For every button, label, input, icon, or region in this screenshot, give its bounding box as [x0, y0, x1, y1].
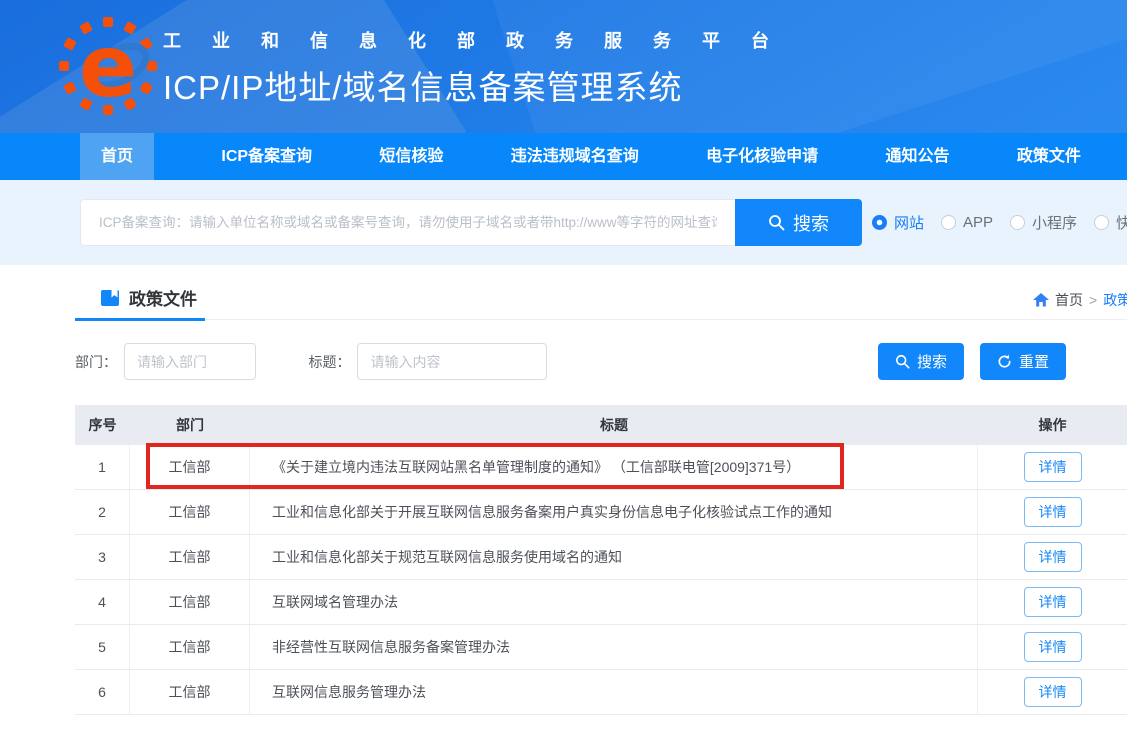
nav-item-illegal-domain-query[interactable]: 违法违规域名查询	[511, 133, 639, 180]
icp-search-input[interactable]	[80, 199, 735, 246]
table-row: 1 工信部 《关于建立境内违法互联网站黑名单管理制度的通知》 （工信部联电管[2…	[75, 445, 1127, 490]
radio-quickapp-label: 快应用	[1116, 212, 1127, 233]
row-no: 6	[75, 670, 130, 714]
radio-quickapp[interactable]: 快应用	[1094, 212, 1127, 233]
row-title: 工业和信息化部关于开展互联网信息服务备案用户真实身份信息电子化核验试点工作的通知	[250, 490, 978, 534]
row-action: 详情	[978, 625, 1127, 669]
table-row: 5 工信部 非经营性互联网信息服务备案管理办法 详情	[75, 625, 1127, 670]
row-action: 详情	[978, 580, 1127, 624]
section-header: 政策文件	[75, 282, 1127, 320]
row-no: 4	[75, 580, 130, 624]
detail-button[interactable]: 详情	[1024, 587, 1082, 617]
title-filter-label: 标题：	[308, 352, 350, 372]
filter-search-button[interactable]: 搜索	[878, 343, 964, 380]
home-icon	[1033, 293, 1049, 307]
title-filter-input[interactable]	[357, 343, 547, 380]
breadcrumb-current: 政策文件	[1103, 290, 1127, 310]
header-action: 操作	[978, 405, 1127, 445]
nav-item-e-verification-apply[interactable]: 电子化核验申请	[706, 133, 818, 180]
miit-gear-e-logo[interactable]: e	[58, 16, 158, 116]
row-action: 详情	[978, 535, 1127, 579]
radio-app[interactable]: APP	[941, 214, 993, 231]
breadcrumb: 首页 > 政策文件	[1033, 290, 1127, 310]
row-action: 详情	[978, 445, 1127, 489]
search-type-radios: 网站 APP 小程序 快应用	[872, 180, 1127, 265]
nav-item-policy-files[interactable]: 政策文件	[1017, 133, 1081, 180]
radio-quickapp-dot	[1094, 215, 1109, 230]
header-no: 序号	[75, 405, 130, 445]
row-title: 工业和信息化部关于规范互联网信息服务使用域名的通知	[250, 535, 978, 579]
radio-website-label: 网站	[894, 212, 924, 233]
detail-button[interactable]: 详情	[1024, 452, 1082, 482]
row-dept: 工信部	[130, 535, 250, 579]
radio-miniprogram-label: 小程序	[1032, 212, 1077, 233]
row-no: 3	[75, 535, 130, 579]
detail-button[interactable]: 详情	[1024, 632, 1082, 662]
header-dept: 部门	[130, 405, 250, 445]
svg-text:e: e	[79, 17, 137, 116]
row-action: 详情	[978, 670, 1127, 714]
icp-search-bar: 搜索 网站 APP 小程序 快应用	[0, 180, 1127, 265]
dept-filter-input[interactable]	[124, 343, 256, 380]
filter-reset-label: 重置	[1019, 351, 1049, 372]
icp-search-button[interactable]: 搜索	[735, 199, 862, 246]
radio-app-dot	[941, 215, 956, 230]
radio-app-label: APP	[963, 214, 993, 231]
dept-filter-label: 部门：	[75, 352, 117, 372]
radio-website-dot	[872, 215, 887, 230]
platform-title: 工业和信息化部政务服务平台	[163, 27, 800, 53]
row-dept: 工信部	[130, 625, 250, 669]
radio-miniprogram[interactable]: 小程序	[1010, 212, 1077, 233]
table-row: 3 工信部 工业和信息化部关于规范互联网信息服务使用域名的通知 详情	[75, 535, 1127, 580]
row-dept: 工信部	[130, 490, 250, 534]
refresh-icon	[997, 354, 1012, 369]
filter-bar: 部门： 标题： 搜索 重置	[75, 343, 1127, 381]
row-dept: 工信部	[130, 670, 250, 714]
table-header-row: 序号 部门 标题 操作	[75, 405, 1127, 445]
page: e 工业和信息化部政务服务平台 ICP/IP地址/域名信息备案管理系统 首页 I…	[0, 0, 1127, 751]
row-action: 详情	[978, 490, 1127, 534]
system-title: ICP/IP地址/域名信息备案管理系统	[163, 61, 800, 109]
nav-item-sms-verify[interactable]: 短信核验	[379, 133, 443, 180]
row-title: 互联网信息服务管理办法	[250, 670, 978, 714]
filter-reset-button[interactable]: 重置	[980, 343, 1066, 380]
policy-file-icon	[100, 288, 120, 308]
table-row: 4 工信部 互联网域名管理办法 详情	[75, 580, 1127, 625]
main-nav: 首页 ICP备案查询 短信核验 违法违规域名查询 电子化核验申请 通知公告 政策…	[0, 133, 1127, 180]
row-dept: 工信部	[130, 445, 250, 489]
row-no: 1	[75, 445, 130, 489]
row-no: 2	[75, 490, 130, 534]
table-row: 2 工信部 工业和信息化部关于开展互联网信息服务备案用户真实身份信息电子化核验试…	[75, 490, 1127, 535]
filter-search-label: 搜索	[917, 351, 947, 372]
policy-table: 序号 部门 标题 操作 1 工信部 《关于建立境内违法互联网站黑名单管理制度的通…	[75, 405, 1127, 715]
radio-miniprogram-dot	[1010, 215, 1025, 230]
nav-item-icp-query[interactable]: ICP备案查询	[221, 133, 312, 180]
row-title: 非经营性互联网信息服务备案管理办法	[250, 625, 978, 669]
header-title: 标题	[250, 405, 978, 445]
search-icon	[768, 214, 785, 231]
row-no: 5	[75, 625, 130, 669]
row-title: 《关于建立境内违法互联网站黑名单管理制度的通知》 （工信部联电管[2009]37…	[250, 445, 978, 489]
search-button-label: 搜索	[793, 210, 829, 236]
radio-website[interactable]: 网站	[872, 212, 924, 233]
row-title: 互联网域名管理办法	[250, 580, 978, 624]
nav-item-home[interactable]: 首页	[80, 133, 154, 180]
search-icon	[895, 354, 910, 369]
nav-item-notices[interactable]: 通知公告	[886, 133, 950, 180]
detail-button[interactable]: 详情	[1024, 677, 1082, 707]
header-titles: 工业和信息化部政务服务平台 ICP/IP地址/域名信息备案管理系统	[163, 27, 800, 109]
table-row: 6 工信部 互联网信息服务管理办法 详情	[75, 670, 1127, 715]
site-header: e 工业和信息化部政务服务平台 ICP/IP地址/域名信息备案管理系统	[0, 0, 1127, 133]
detail-button[interactable]: 详情	[1024, 497, 1082, 527]
detail-button[interactable]: 详情	[1024, 542, 1082, 572]
row-dept: 工信部	[130, 580, 250, 624]
breadcrumb-separator: >	[1089, 292, 1097, 308]
section-title: 政策文件	[129, 285, 197, 310]
breadcrumb-home[interactable]: 首页	[1055, 290, 1083, 310]
